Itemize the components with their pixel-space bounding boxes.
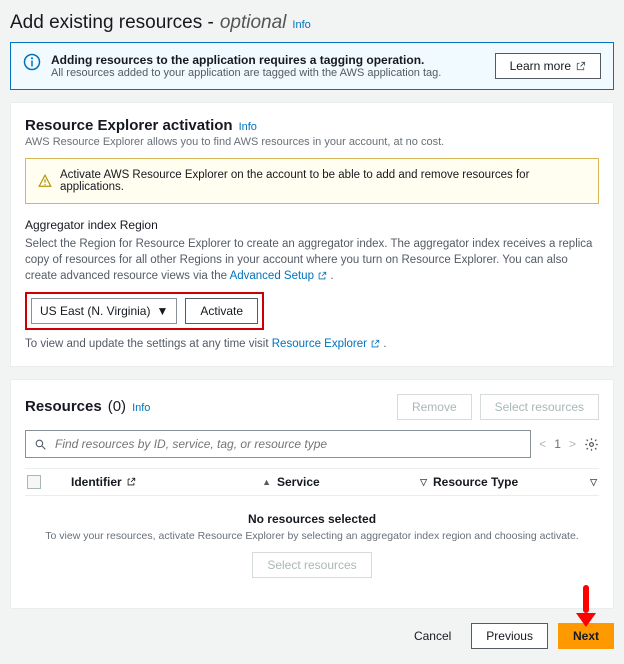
aggregator-desc: Select the Region for Resource Explorer … — [25, 236, 599, 284]
advanced-setup-link[interactable]: Advanced Setup — [230, 270, 331, 282]
activate-button[interactable]: Activate — [185, 298, 258, 324]
sort-asc-icon[interactable]: ▲ — [262, 477, 271, 487]
remove-label: Remove — [412, 400, 457, 414]
previous-button[interactable]: Previous — [471, 623, 548, 649]
search-field-wrapper[interactable] — [25, 430, 531, 458]
col-service[interactable]: Service — [277, 475, 320, 489]
alert-title: Adding resources to the application requ… — [51, 53, 485, 67]
warning-icon — [38, 174, 52, 188]
wizard-footer: Cancel Previous Next — [10, 623, 614, 649]
external-link-icon — [575, 61, 586, 72]
previous-label: Previous — [486, 629, 533, 643]
search-input[interactable] — [53, 436, 522, 452]
resources-title: Resources — [25, 398, 102, 415]
empty-select-resources-button[interactable]: Select resources — [252, 552, 371, 578]
tagging-alert: Adding resources to the application requ… — [10, 42, 614, 90]
title-optional: optional — [220, 12, 287, 34]
cancel-button[interactable]: Cancel — [404, 624, 461, 648]
visit-note: To view and update the settings at any t… — [25, 336, 599, 352]
resources-count: (0) — [108, 398, 126, 415]
search-icon — [34, 438, 47, 451]
page-title: Add existing resources - optional Info — [10, 12, 614, 34]
activate-label: Activate — [200, 304, 243, 318]
select-resources-label: Select resources — [495, 400, 584, 414]
page-next[interactable]: > — [569, 437, 576, 451]
activation-title: Resource Explorer activation — [25, 117, 233, 134]
empty-state: No resources selected To view your resou… — [25, 496, 599, 594]
chevron-down-icon: ▼ — [156, 304, 168, 318]
empty-select-label: Select resources — [267, 558, 356, 572]
learn-more-button[interactable]: Learn more — [495, 53, 601, 79]
title-info-link[interactable]: Info — [292, 19, 310, 31]
activation-warning: Activate AWS Resource Explorer on the ac… — [25, 158, 599, 204]
sort-icon[interactable]: ▽ — [590, 477, 597, 488]
activation-sub: AWS Resource Explorer allows you to find… — [25, 136, 599, 148]
region-select[interactable]: US East (N. Virginia) ▼ — [31, 298, 177, 324]
external-link-icon — [126, 477, 136, 487]
title-text: Add existing resources - — [10, 12, 214, 34]
page-current: 1 — [554, 437, 561, 451]
alert-sub: All resources added to your application … — [51, 67, 485, 79]
warning-text: Activate AWS Resource Explorer on the ac… — [60, 169, 586, 193]
next-label: Next — [573, 629, 599, 643]
page-prev[interactable]: < — [539, 437, 546, 451]
resources-info-link[interactable]: Info — [132, 402, 150, 414]
table-header: Identifier ▲ Service ▽ Resource Type ▽ — [25, 468, 599, 496]
info-icon — [23, 53, 41, 71]
select-all-checkbox[interactable] — [27, 475, 41, 489]
learn-more-label: Learn more — [510, 59, 571, 73]
settings-icon[interactable] — [584, 437, 599, 452]
select-resources-button[interactable]: Select resources — [480, 394, 599, 420]
empty-title: No resources selected — [25, 512, 599, 526]
region-selected-value: US East (N. Virginia) — [40, 304, 150, 318]
activation-info-link[interactable]: Info — [239, 121, 257, 133]
resource-explorer-link[interactable]: Resource Explorer — [272, 338, 384, 350]
cancel-label: Cancel — [414, 629, 451, 643]
activation-panel: Resource Explorer activation Info AWS Re… — [10, 102, 614, 367]
aggregator-label: Aggregator index Region — [25, 218, 599, 232]
pagination: < 1 > — [539, 437, 576, 451]
annotation-arrow — [576, 585, 596, 627]
col-resource-type[interactable]: Resource Type — [433, 475, 518, 489]
col-identifier[interactable]: Identifier — [71, 475, 122, 489]
region-activate-highlight: US East (N. Virginia) ▼ Activate — [25, 292, 264, 330]
empty-desc: To view your resources, activate Resourc… — [25, 530, 599, 542]
resources-panel: Resources (0) Info Remove Select resourc… — [10, 379, 614, 609]
sort-icon[interactable]: ▽ — [420, 477, 427, 488]
remove-button[interactable]: Remove — [397, 394, 472, 420]
